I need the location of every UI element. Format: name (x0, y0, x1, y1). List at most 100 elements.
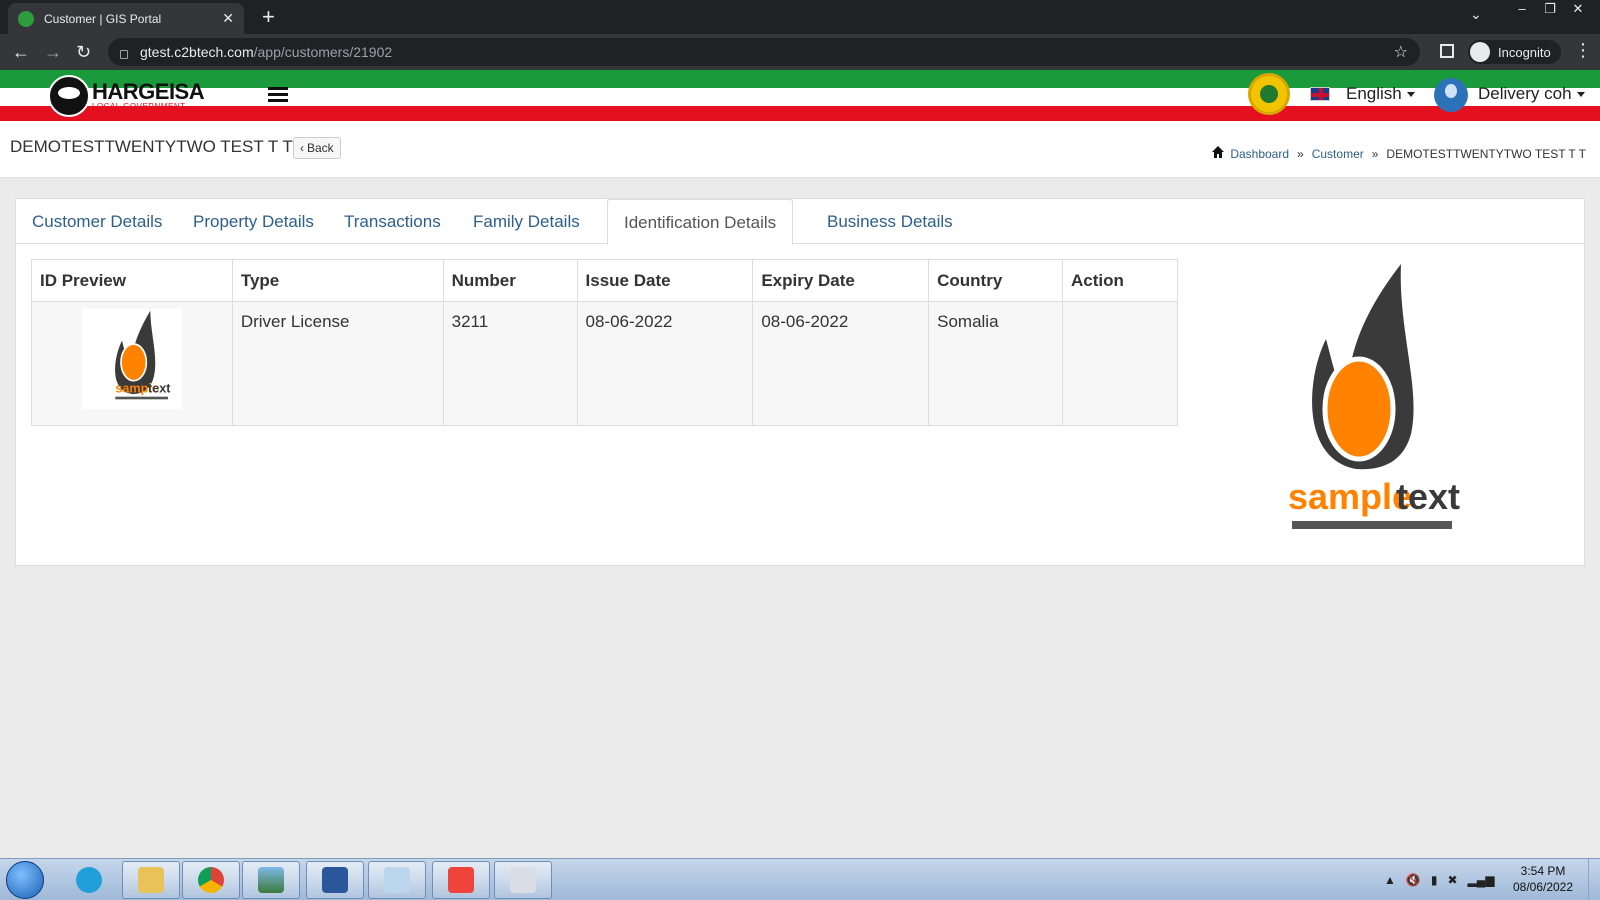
hargeisa-logo[interactable]: HARGEISA LOCAL GOVERNMENT (48, 75, 205, 117)
side-panel-icon[interactable] (1440, 44, 1454, 58)
user-menu[interactable]: Delivery coh (1478, 84, 1585, 104)
notepad-taskbar-icon[interactable] (368, 861, 426, 899)
user-avatar[interactable] (1434, 78, 1468, 112)
uk-flag-icon (1310, 87, 1330, 101)
user-name: Delivery coh (1478, 84, 1572, 103)
breadcrumb-current: DEMOTESTTWENTYTWO TEST T T (1386, 147, 1586, 161)
customer-card: Customer Details Property Details Transa… (15, 198, 1585, 566)
expiry-date-cell: 08-06-2022 (752, 301, 930, 426)
tab-identification-details[interactable]: Identification Details (607, 199, 794, 245)
clock-date: 08/06/2022 (1512, 880, 1574, 894)
table-row: sample text Driver License 3211 08-06-20… (31, 301, 1178, 426)
id-preview-thumbnail[interactable]: sample text (81, 309, 182, 409)
lock-icon[interactable] (120, 49, 128, 59)
restore-icon[interactable]: ❐ (1536, 0, 1564, 18)
caret-down-icon (1406, 92, 1415, 98)
back-arrow-icon[interactable]: ← (12, 41, 30, 63)
show-desktop-button[interactable] (1588, 859, 1600, 900)
government-seal-icon (1248, 73, 1290, 115)
network-error-icon[interactable]: ✖ (1447, 873, 1457, 887)
back-label: Back (307, 141, 334, 155)
logo-name: HARGEISA (92, 79, 205, 104)
reload-icon[interactable]: ↻ (76, 41, 91, 63)
word-taskbar-icon[interactable] (306, 861, 364, 899)
forward-arrow-icon[interactable]: → (44, 41, 62, 63)
minimize-icon[interactable]: – (1508, 0, 1536, 18)
photo-viewer-taskbar-icon[interactable] (242, 861, 300, 899)
browser-tab[interactable]: Customer | GIS Portal ✕ (8, 3, 244, 34)
column-header: Expiry Date (752, 259, 930, 302)
language-selector[interactable]: English (1346, 84, 1415, 104)
sample-logo-icon: sample text (114, 310, 171, 400)
url-path: /app/customers/21902 (253, 44, 393, 60)
close-window-icon[interactable]: ✕ (1564, 0, 1592, 18)
new-tab-button[interactable]: + (262, 5, 275, 29)
back-button[interactable]: ‹ Back (293, 137, 341, 159)
column-header: Action (1062, 259, 1178, 302)
column-header: Type (231, 259, 444, 302)
chrome-taskbar-icon[interactable] (182, 861, 240, 899)
sample-logo-icon: sample text (1288, 264, 1460, 529)
tab-customer-details[interactable]: Customer Details (16, 199, 178, 244)
tab-transactions[interactable]: Transactions (328, 199, 457, 244)
id-number-cell: 3211 (442, 301, 578, 426)
address-bar[interactable]: gtest.c2btech.com/app/customers/21902 ☆ (108, 38, 1420, 66)
tab-family-details[interactable]: Family Details (457, 199, 596, 244)
system-tray: ▲ 🔇 ▮ ✖ ▂▄▆ (1384, 873, 1494, 887)
incognito-icon (1470, 42, 1490, 62)
browser-tab-bar: Customer | GIS Portal ✕ + ⌄ – ❐ ✕ (0, 0, 1600, 34)
home-icon (1212, 146, 1225, 158)
volume-muted-icon[interactable]: 🔇 (1406, 873, 1421, 887)
favicon-icon (18, 10, 34, 27)
anydesk-taskbar-icon[interactable] (432, 861, 490, 899)
table-header-row: ID Preview Type Number Issue Date Expiry… (31, 259, 1178, 302)
breadcrumb-dashboard[interactable]: Dashboard (1230, 147, 1289, 161)
tray-expand-icon[interactable]: ▲ (1384, 873, 1396, 887)
identification-table: ID Preview Type Number Issue Date Expiry… (31, 259, 1178, 426)
tab-business-details[interactable]: Business Details (811, 199, 969, 244)
battery-icon[interactable]: ▮ (1431, 873, 1438, 887)
column-header: Country (928, 259, 1064, 302)
breadcrumb-separator: » (1297, 147, 1304, 161)
page-title: DEMOTESTTWENTYTWO TEST T T (10, 137, 293, 156)
action-cell[interactable] (1062, 301, 1178, 426)
tab-title: Customer | GIS Portal (44, 11, 162, 26)
column-header: ID Preview (31, 259, 233, 302)
hamburger-menu-icon[interactable] (268, 87, 288, 105)
bookmark-star-icon[interactable]: ☆ (1394, 42, 1408, 62)
close-tab-icon[interactable]: ✕ (222, 10, 234, 27)
column-header: Issue Date (576, 259, 754, 302)
incognito-label: Incognito (1498, 44, 1551, 60)
country-cell: Somalia (928, 301, 1064, 426)
incognito-badge[interactable]: Incognito (1468, 40, 1561, 64)
logo-subtitle: LOCAL GOVERNMENT (92, 102, 186, 111)
taskbar-clock[interactable]: 3:54 PM 08/06/2022 (1508, 863, 1578, 895)
breadcrumb-separator: » (1371, 147, 1379, 161)
caret-down-icon (1576, 92, 1585, 98)
clock-time: 3:54 PM (1520, 864, 1566, 878)
page-title-bar: DEMOTESTTWENTYTWO TEST T T ‹ Back Dashboa… (0, 121, 1600, 178)
signal-icon[interactable]: ▂▄▆ (1468, 873, 1495, 887)
url-host: gtest.c2btech.com (140, 44, 254, 60)
breadcrumb-customer[interactable]: Customer (1312, 147, 1364, 161)
language-label: English (1346, 84, 1402, 103)
tab-property-details[interactable]: Property Details (177, 199, 330, 244)
edge-taskbar-icon[interactable] (60, 861, 118, 899)
tab-search-icon[interactable]: ⌄ (1470, 6, 1482, 23)
issue-date-cell: 08-06-2022 (576, 301, 754, 426)
preview-caption-left: sample (1288, 476, 1412, 517)
browser-toolbar: ← → ↻ gtest.c2btech.com/app/customers/21… (0, 34, 1600, 70)
breadcrumb: Dashboard » Customer » DEMOTESTTWENTYTWO… (1212, 146, 1586, 161)
calculator-taskbar-icon[interactable] (494, 861, 552, 899)
chevron-left-icon: ‹ (300, 141, 304, 155)
column-header: Number (442, 259, 578, 302)
windows-taskbar: ▲ 🔇 ▮ ✖ ▂▄▆ 3:54 PM 08/06/2022 (0, 858, 1600, 900)
window-controls: – ❐ ✕ (1508, 0, 1592, 18)
file-explorer-taskbar-icon[interactable] (122, 861, 180, 899)
logo-emblem-icon (48, 75, 90, 117)
browser-menu-icon[interactable]: ⋮ (1574, 40, 1592, 61)
start-button-icon[interactable] (6, 861, 44, 899)
id-type-cell: Driver License (231, 301, 444, 426)
thumb-caption-right: text (148, 381, 171, 395)
app-header: HARGEISA LOCAL GOVERNMENT English Delive… (0, 70, 1600, 121)
